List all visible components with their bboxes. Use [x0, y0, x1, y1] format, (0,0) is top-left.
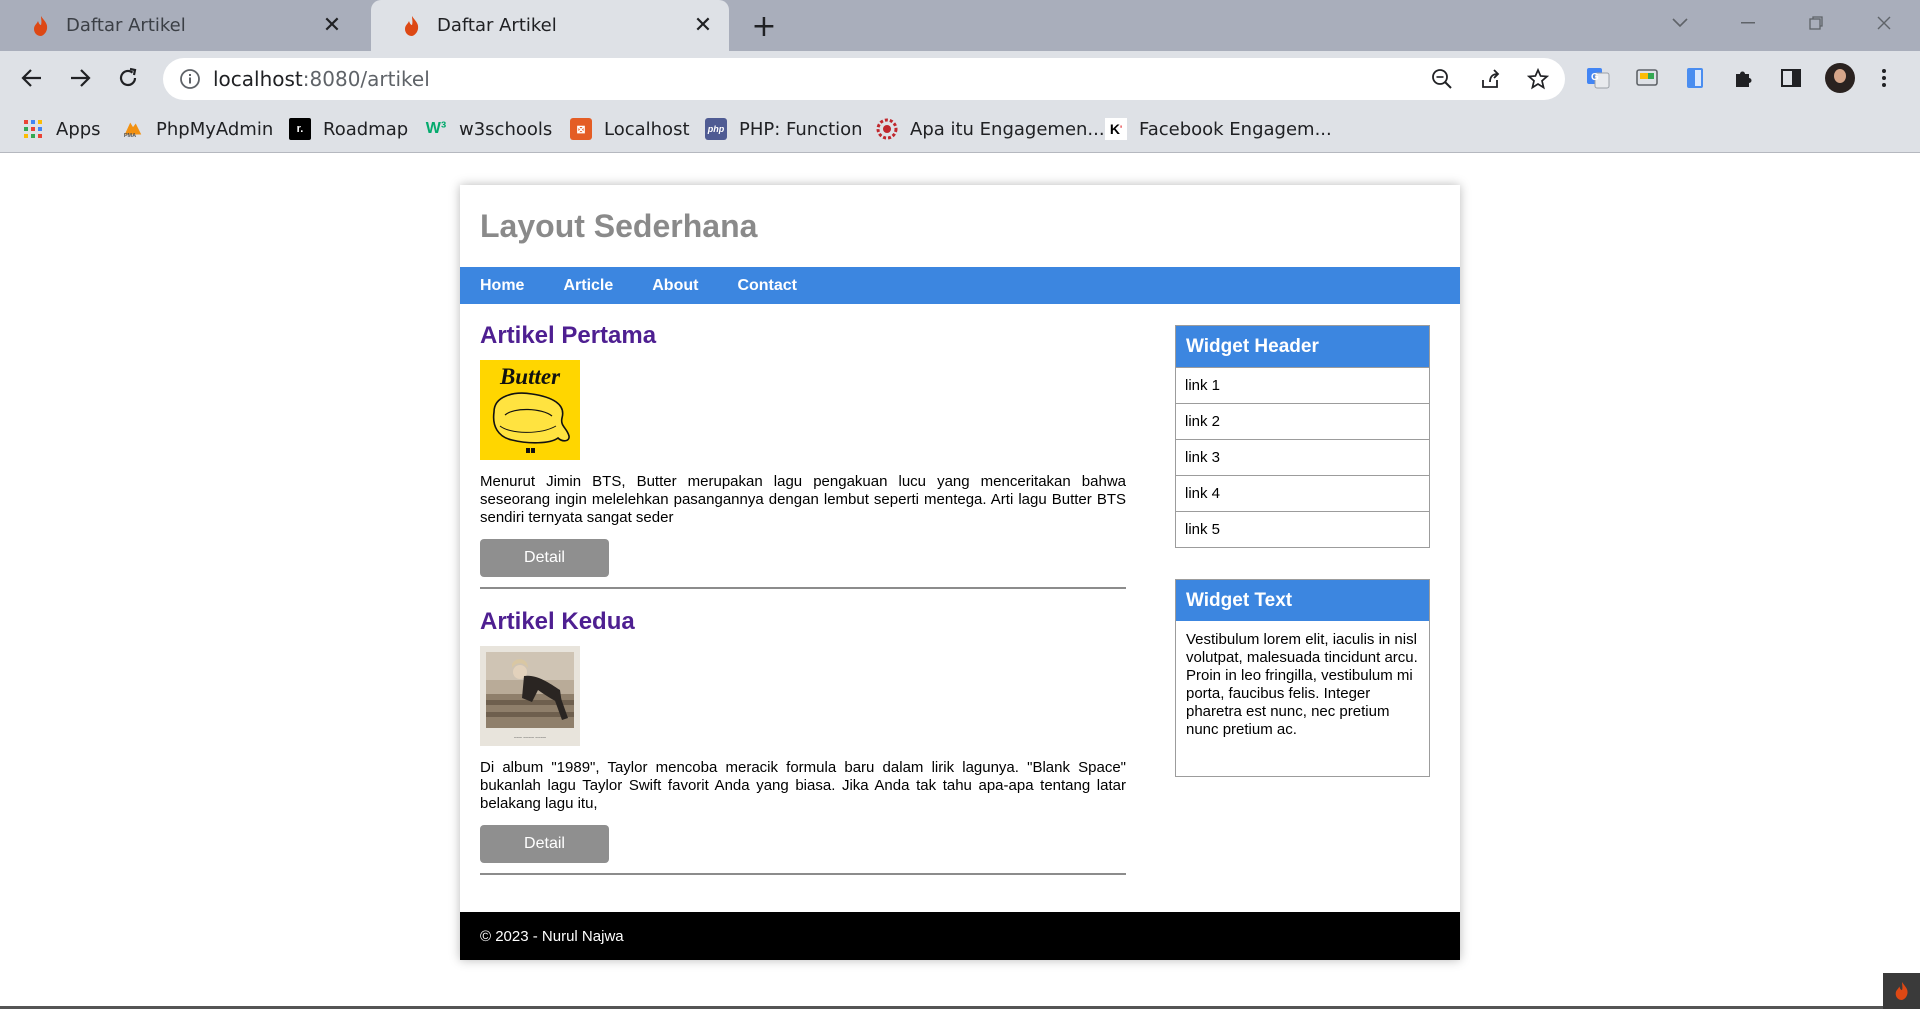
article-excerpt: Di album "1989", Taylor mencoba meracik … — [480, 759, 1126, 812]
widget-link-2[interactable]: link 2 — [1176, 403, 1429, 439]
tab-title: Daftar Artikel — [66, 15, 186, 36]
page-viewport: Layout Sederhana Home Article About Cont… — [0, 154, 1920, 1009]
bookmark-facebook-engagement[interactable]: K ' Facebook Engagem... — [1105, 105, 1332, 153]
bookmark-label: Apa itu Engagemen... — [910, 118, 1105, 140]
widget-link-5[interactable]: link 5 — [1176, 511, 1429, 547]
engagement-icon — [876, 118, 898, 140]
thumbnail-butter-text: Butter — [499, 364, 561, 389]
widget-link-3[interactable]: link 3 — [1176, 439, 1429, 475]
article-excerpt: Menurut Jimin BTS, Butter merupakan lagu… — [480, 473, 1126, 526]
widget-link-1[interactable]: link 1 — [1176, 367, 1429, 403]
bookmark-label: Apps — [56, 118, 101, 140]
close-tab-icon[interactable]: ✕ — [318, 12, 346, 40]
back-arrow-icon[interactable] — [16, 62, 48, 94]
close-tab-icon[interactable]: ✕ — [689, 12, 717, 40]
restore-icon[interactable] — [1796, 8, 1836, 38]
browser-tab[interactable]: Daftar Artikel ✕ — [0, 0, 358, 51]
bookmark-php-function[interactable]: php PHP: Function — [705, 105, 863, 153]
w3schools-icon: W³ — [425, 120, 447, 137]
page-container: Layout Sederhana Home Article About Cont… — [460, 185, 1460, 960]
widget-text-body: Vestibulum lorem elit, iaculis in nisl v… — [1186, 631, 1418, 738]
side-panel-icon[interactable] — [1778, 65, 1804, 91]
widget-links: Widget Header link 1 link 2 link 3 link … — [1175, 325, 1430, 548]
nav-home[interactable]: Home — [480, 277, 524, 295]
nav-article[interactable]: Article — [563, 277, 613, 295]
browser-toolbar: localhost:8080/artikel G — [0, 51, 1920, 105]
main-nav: Home Article About Contact — [460, 267, 1460, 304]
widget-text: Widget Text Vestibulum lorem elit, iacul… — [1175, 579, 1430, 777]
apps-grid-icon — [22, 118, 44, 140]
url-path: :8080/artikel — [302, 67, 430, 91]
url-host: localhost — [213, 67, 303, 91]
article-divider — [480, 587, 1126, 589]
bookmark-label: PHP: Function — [739, 118, 863, 140]
close-window-icon[interactable] — [1864, 8, 1904, 38]
new-tab-icon[interactable]: + — [748, 9, 780, 44]
codeigniter-debug-toolbar-icon[interactable] — [1883, 973, 1920, 1009]
avatar-face — [1834, 69, 1846, 83]
browser-menu-icon[interactable] — [1874, 63, 1894, 93]
site-title: Layout Sederhana — [480, 207, 758, 244]
nav-contact[interactable]: Contact — [737, 277, 797, 295]
article-title[interactable]: Artikel Pertama — [480, 322, 1126, 350]
bookmark-localhost[interactable]: ⊠ Localhost — [570, 105, 690, 153]
tab-title: Daftar Artikel — [437, 15, 557, 36]
profile-avatar[interactable] — [1825, 63, 1855, 93]
svg-text:~~~ ~~~~ ~~~~: ~~~ ~~~~ ~~~~ — [514, 736, 547, 741]
extensions-puzzle-icon[interactable] — [1730, 65, 1756, 91]
widget-text-header: Widget Text — [1176, 580, 1429, 621]
bookmark-star-icon[interactable] — [1526, 67, 1550, 90]
sidebar: Widget Header link 1 link 2 link 3 link … — [1175, 325, 1430, 808]
forward-arrow-icon[interactable] — [64, 62, 96, 94]
site-footer: © 2023 - Nurul Najwa — [460, 912, 1460, 960]
article-title[interactable]: Artikel Kedua — [480, 608, 1126, 636]
widget-header: Widget Header — [1176, 326, 1429, 367]
tab-strip: Daftar Artikel ✕ Daftar Artikel ✕ + — [0, 0, 1920, 51]
bookmark-engagement[interactable]: Apa itu Engagemen... — [876, 105, 1105, 153]
codeigniter-icon: ⊠ — [570, 118, 592, 140]
reader-extension-icon[interactable] — [1682, 65, 1708, 91]
bookmark-apps[interactable]: Apps — [22, 105, 101, 153]
bookmark-label: Localhost — [604, 118, 690, 140]
nav-about[interactable]: About — [652, 277, 698, 295]
codeigniter-flame-icon — [30, 15, 52, 37]
roadmap-icon: r. — [289, 118, 311, 140]
klipfolio-icon: K ' — [1105, 118, 1127, 140]
minimize-icon[interactable] — [1728, 8, 1768, 38]
bookmark-label: w3schools — [459, 118, 553, 140]
detail-button[interactable]: Detail — [480, 539, 609, 577]
article-thumbnail-1989: ~~~ ~~~~ ~~~~ — [480, 646, 580, 746]
bookmarks-bar: Apps PMA PhpMyAdmin r. Roadmap W³ w3scho… — [0, 105, 1920, 153]
article-item: Artikel Kedua ~~~ ~~~~ ~~~~ Di album "19… — [480, 608, 1126, 875]
bookmark-label: PhpMyAdmin — [156, 118, 274, 140]
share-icon[interactable] — [1479, 68, 1501, 90]
phpmyadmin-icon: PMA — [122, 118, 144, 140]
address-bar[interactable]: localhost:8080/artikel — [163, 58, 1565, 100]
site-info-icon[interactable] — [179, 68, 201, 90]
site-header: Layout Sederhana — [460, 185, 1460, 267]
php-icon: php — [705, 118, 727, 140]
bookmark-label: Facebook Engagem... — [1139, 118, 1332, 140]
bookmark-label: Roadmap — [323, 118, 409, 140]
codeigniter-flame-icon — [401, 15, 423, 37]
tab-search-icon[interactable] — [1660, 8, 1700, 38]
detail-button[interactable]: Detail — [480, 825, 609, 863]
svg-text:G: G — [1591, 72, 1599, 83]
svg-text:PMA: PMA — [124, 133, 136, 139]
zoom-icon[interactable] — [1431, 68, 1453, 90]
article-divider — [480, 873, 1126, 875]
bookmark-w3schools[interactable]: W³ w3schools — [425, 105, 552, 153]
article-item: Artikel Pertama Butter Menurut Jimin BTS… — [480, 322, 1126, 589]
browser-tab-active[interactable]: Daftar Artikel ✕ — [371, 0, 729, 51]
article-thumbnail-butter: Butter — [480, 360, 580, 460]
article-list: Artikel Pertama Butter Menurut Jimin BTS… — [480, 322, 1126, 894]
bookmark-phpmyadmin[interactable]: PMA PhpMyAdmin — [122, 105, 273, 153]
url-text[interactable]: localhost:8080/artikel — [213, 58, 430, 100]
google-translate-icon[interactable]: G — [1585, 65, 1611, 91]
cast-extension-icon[interactable] — [1634, 65, 1660, 91]
widget-link-4[interactable]: link 4 — [1176, 475, 1429, 511]
reload-icon[interactable] — [112, 62, 144, 94]
bookmark-roadmap[interactable]: r. Roadmap — [289, 105, 408, 153]
